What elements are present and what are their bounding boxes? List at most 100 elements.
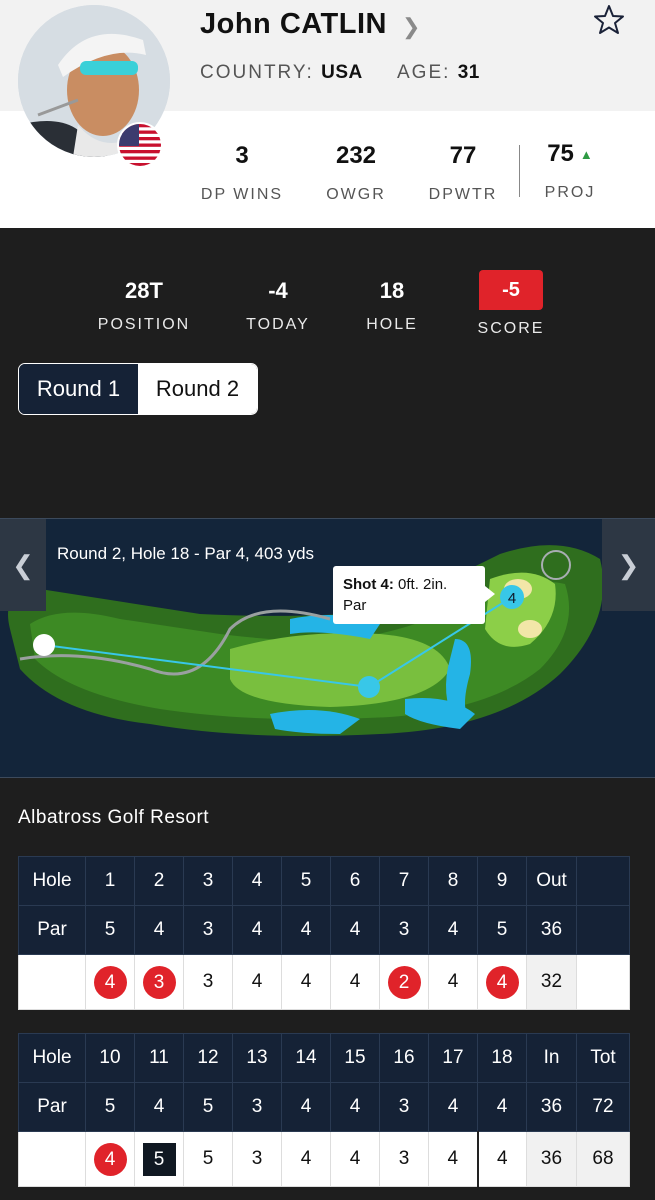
shot-tooltip: Shot 4: 0ft. 2in. Par: [333, 566, 495, 624]
scorecard-front-nine: Hole 1 2 3 4 5 6 7 8 9 Out Par 5 4 3 4 4…: [18, 856, 630, 1010]
stat-label: PROJ: [544, 184, 596, 201]
par-value: 4: [232, 905, 282, 955]
usa-flag-icon: [117, 122, 163, 168]
hole-number: 4: [232, 856, 282, 906]
empty-cell: [18, 954, 86, 1010]
position-value: 28T: [125, 278, 163, 303]
par-value: 4: [428, 905, 478, 955]
par-score: 4: [428, 954, 478, 1010]
par-value: 4: [330, 905, 380, 955]
stat-proj: 75 ▲ PROJ: [528, 140, 612, 202]
score-tot: 68: [576, 1131, 630, 1187]
score-label: SCORE: [477, 320, 545, 337]
birdie-score: 4: [93, 1142, 127, 1176]
stat-value: 77: [449, 142, 477, 169]
country-value: USA: [321, 62, 363, 83]
hole-number: 15: [330, 1033, 380, 1083]
birdie-score: 3: [142, 965, 176, 999]
tab-round-1[interactable]: Round 1: [19, 364, 138, 414]
par-value: 4: [134, 905, 184, 955]
tot-label: Tot: [576, 1033, 630, 1083]
hole-label: Hole: [18, 1033, 86, 1083]
par-score: 4: [281, 1131, 331, 1187]
par-score: 4: [330, 1131, 380, 1187]
country-info: COUNTRY: USA: [200, 62, 363, 84]
stat-dp-wins: 3 DP WINS: [190, 142, 294, 204]
par-score: 4: [428, 1131, 478, 1187]
par-value: 5: [85, 905, 135, 955]
next-hole-button[interactable]: ❯: [602, 519, 655, 611]
chevron-right-icon[interactable]: ❯: [402, 14, 420, 40]
hole-number: 2: [134, 856, 184, 906]
tab-round-2[interactable]: Round 2: [138, 364, 257, 414]
prev-hole-button[interactable]: ❮: [0, 519, 46, 611]
course-name: Albatross Golf Resort: [18, 807, 210, 828]
age-label: AGE:: [397, 62, 451, 83]
position-stat: 28T POSITION: [88, 278, 200, 334]
empty-cell: [576, 856, 630, 906]
par-value: 4: [134, 1082, 184, 1132]
hole-number: 8: [428, 856, 478, 906]
hole-number: 3: [183, 856, 233, 906]
par-value: 4: [330, 1082, 380, 1132]
score-row: 4 5 5 3 4 4 3 4 4 36 68: [18, 1131, 630, 1187]
par-in: 36: [526, 1082, 577, 1132]
stat-value: 75: [547, 140, 574, 167]
hole-map[interactable]: 4 ❮ ❯ Round 2, Hole 18 - Par 4, 403 yds: [0, 518, 655, 778]
favorite-star-icon[interactable]: [592, 3, 626, 37]
par-score: 3: [379, 1131, 429, 1187]
stat-label: DP WINS: [200, 186, 284, 203]
score-row: 4 3 3 4 4 4 2 4 4 32: [18, 954, 630, 1010]
hole-number: 6: [330, 856, 380, 906]
empty-cell: [18, 1131, 86, 1187]
par-value: 4: [281, 905, 331, 955]
empty-cell: [576, 954, 630, 1010]
birdie-score: 2: [387, 965, 421, 999]
hole-map-title: Round 2, Hole 18 - Par 4, 403 yds: [57, 544, 315, 563]
hole-row: Hole 10 11 12 13 14 15 16 17 18 In Tot: [18, 1033, 630, 1083]
hole-number: 1: [85, 856, 135, 906]
in-label: In: [526, 1033, 577, 1083]
hole-number: 17: [428, 1033, 478, 1083]
stat-owgr: 232 OWGR: [312, 142, 400, 204]
par-value: 5: [85, 1082, 135, 1132]
par-score: 4: [476, 1131, 527, 1187]
player-name[interactable]: John CATLIN: [200, 8, 387, 41]
stat-dpwtr: 77 DPWTR: [418, 142, 508, 204]
hole-number: 14: [281, 1033, 331, 1083]
hole-stat: 18 HOLE: [356, 278, 428, 334]
hole-label: Hole: [18, 856, 86, 906]
hole-number: 9: [477, 856, 527, 906]
hole-number: 18: [477, 1033, 527, 1083]
par-score: 5: [183, 1131, 233, 1187]
hole-label: HOLE: [366, 316, 418, 333]
shot-result: Par: [343, 597, 367, 614]
replay-icon[interactable]: [539, 549, 573, 583]
par-score: 3: [183, 954, 233, 1010]
stat-value: 232: [335, 142, 377, 169]
par-value: 3: [379, 1082, 429, 1132]
empty-cell: [576, 905, 630, 955]
age-value: 31: [457, 62, 480, 83]
par-row: Par 5 4 5 3 4 4 3 4 4 36 72: [18, 1082, 630, 1132]
par-row: Par 5 4 3 4 4 4 3 4 5 36: [18, 905, 630, 955]
stat-label: OWGR: [326, 186, 386, 203]
par-value: 4: [428, 1082, 478, 1132]
par-label: Par: [18, 905, 86, 955]
scorecard-back-nine: Hole 10 11 12 13 14 15 16 17 18 In Tot P…: [18, 1033, 630, 1187]
hole-number: 10: [85, 1033, 135, 1083]
age-info: AGE: 31: [397, 62, 480, 84]
hole-number: 5: [281, 856, 331, 906]
hole-row: Hole 1 2 3 4 5 6 7 8 9 Out: [18, 856, 630, 906]
round-tabs: Round 1 Round 2: [18, 363, 258, 415]
hole-number: 11: [134, 1033, 184, 1083]
stats-divider: [519, 145, 520, 197]
par-value: 5: [183, 1082, 233, 1132]
bogey-score: 5: [142, 1142, 176, 1176]
hole-number: 7: [379, 856, 429, 906]
score-in: 36: [526, 1131, 577, 1187]
score-stat: -5 SCORE: [470, 270, 552, 338]
par-score: 4: [281, 954, 331, 1010]
par-value: 3: [232, 1082, 282, 1132]
par-value: 4: [477, 1082, 527, 1132]
